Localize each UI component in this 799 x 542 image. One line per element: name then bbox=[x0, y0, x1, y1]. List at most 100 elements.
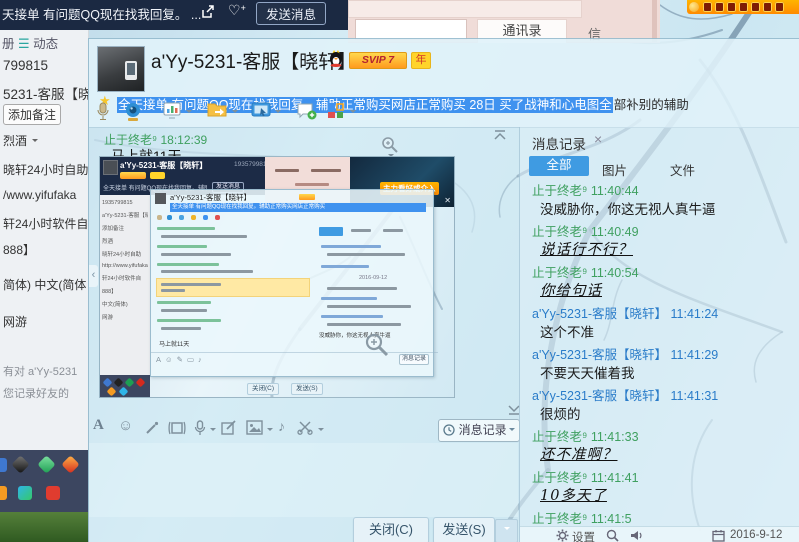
embedded-screenshot-image[interactable]: a'Yy-5231-客服【晓轩】 全天接单 有问题QQ现在找我回复。辅助正常购买… bbox=[99, 156, 455, 398]
chevron-down-icon[interactable] bbox=[186, 110, 192, 116]
promo-banner[interactable] bbox=[687, 0, 799, 14]
add-note-button[interactable]: 添加备注 bbox=[3, 104, 61, 125]
video-call-icon[interactable] bbox=[124, 102, 142, 122]
green-diamond-icon[interactable] bbox=[37, 455, 55, 473]
screen-share-icon[interactable] bbox=[251, 102, 271, 119]
chat-title: a'Yy-5231-客服【晓轩】 bbox=[151, 47, 356, 74]
chevron-down-icon[interactable] bbox=[350, 110, 356, 116]
svip-penguin-icon bbox=[327, 49, 345, 67]
mini-tab-all bbox=[319, 227, 343, 236]
stats-app-icon[interactable] bbox=[163, 102, 181, 119]
window-shake-icon[interactable] bbox=[168, 420, 186, 436]
record-message: a'Yy-5231-客服【晓轩】 11:41:31很烦的 bbox=[520, 388, 799, 423]
send-image-icon[interactable] bbox=[246, 420, 263, 435]
chevron-down-icon bbox=[32, 139, 38, 145]
sidebar-tip-line: 您记录好友的 bbox=[3, 385, 69, 401]
chevron-down-icon[interactable] bbox=[318, 428, 324, 434]
message-input-area[interactable] bbox=[89, 443, 518, 517]
mini-chat-body: 马上就11天 2016-09-12 没威胁你，你这无视人真牛逼 bbox=[151, 223, 433, 352]
record-message-sender: 止于终老⁹ 11:40:44 bbox=[532, 183, 799, 199]
settings-label[interactable]: 设置 bbox=[572, 529, 595, 542]
contacts-search-input[interactable] bbox=[355, 19, 467, 40]
new-message-icon[interactable] bbox=[297, 102, 317, 120]
send-message-button[interactable]: 发送消息 bbox=[256, 2, 326, 25]
chevron-down-icon bbox=[509, 428, 515, 434]
contacts-scrollbar[interactable] bbox=[652, 0, 657, 42]
nickname-partial: 5231-客服【晓 bbox=[3, 83, 89, 103]
t2-icon[interactable] bbox=[46, 486, 60, 500]
record-message-text: 还不准啊？ bbox=[540, 447, 799, 464]
play-icon[interactable] bbox=[18, 486, 32, 500]
red-diamond-icon[interactable] bbox=[61, 455, 79, 473]
mini-chat-window: a'Yy-5231-客服【晓轩】 全天接单 有问题QQ现在找我回复。辅助正常购买… bbox=[150, 189, 434, 377]
mini-chat-title: a'Yy-5231-客服【晓轩】 bbox=[170, 192, 251, 203]
composer-toolbar: A ☺ bbox=[89, 415, 518, 443]
gear-icon[interactable] bbox=[556, 529, 569, 542]
service-icon[interactable] bbox=[0, 486, 7, 500]
chevron-down-icon[interactable] bbox=[275, 110, 281, 116]
magic-wand-icon[interactable] bbox=[144, 420, 160, 436]
speaker-icon[interactable] bbox=[630, 529, 644, 542]
record-message-text: 没威胁你，你这无视人真牛逼 bbox=[540, 201, 799, 218]
mini-sidebar-text-line: 中文(简体) bbox=[102, 300, 148, 308]
black-diamond-icon[interactable] bbox=[11, 455, 29, 473]
record-date[interactable]: 2016-9-12 bbox=[730, 529, 782, 541]
record-message-list[interactable]: 止于终老⁹ 11:40:44没威胁你，你这无视人真牛逼止于终老⁹ 11:40:4… bbox=[520, 183, 799, 542]
voice-record-icon[interactable] bbox=[194, 420, 206, 437]
voice-call-icon[interactable] bbox=[96, 102, 110, 122]
send-file-icon[interactable] bbox=[207, 102, 227, 119]
favorite-heart-icon[interactable]: ♡+ bbox=[228, 2, 246, 19]
chevron-down-icon[interactable] bbox=[210, 428, 216, 434]
desktop-wallpaper-grass bbox=[0, 512, 88, 542]
album-tab-partial[interactable]: 册 bbox=[2, 37, 15, 51]
calendar-icon[interactable] bbox=[712, 529, 725, 542]
sidebar-item-feed[interactable]: 动态 bbox=[33, 37, 58, 51]
panel-collapse-handle[interactable]: ‹ bbox=[89, 265, 98, 287]
banner-glyph bbox=[703, 2, 712, 12]
mini-sidebar-text-line: 晓轩24小时自助 bbox=[102, 250, 148, 258]
emoji-icon[interactable]: ☺ bbox=[118, 418, 133, 434]
share-icon[interactable] bbox=[200, 4, 216, 20]
send-options-button[interactable] bbox=[495, 519, 518, 542]
font-icon[interactable]: A bbox=[93, 417, 104, 434]
chevron-down-icon[interactable] bbox=[232, 110, 238, 116]
mini-tab-glyph bbox=[311, 169, 341, 172]
qq-apps-grid-icon[interactable] bbox=[327, 102, 344, 119]
sidebar-text-line: 简体) 中文(简体 bbox=[3, 276, 86, 293]
service-icon[interactable] bbox=[0, 458, 7, 472]
clock-icon bbox=[443, 424, 455, 436]
mini-toolbar-dot bbox=[167, 215, 172, 220]
avatar[interactable] bbox=[97, 46, 145, 92]
mini-sidebar-text-line: http://www.yifufaka bbox=[102, 263, 148, 269]
chevron-down-icon[interactable] bbox=[267, 428, 273, 434]
group-selector[interactable]: 烈酒 bbox=[3, 132, 38, 149]
record-panel-close-icon[interactable]: × bbox=[594, 131, 602, 147]
mini-date-label: 2016-09-12 bbox=[359, 275, 387, 281]
mini-record-button: 消息记录 bbox=[399, 354, 429, 365]
qq-services-panel bbox=[0, 450, 88, 512]
search-icon[interactable] bbox=[606, 529, 619, 542]
heart-plus-sign: + bbox=[241, 3, 246, 13]
record-message-text: 10多天了 bbox=[540, 488, 799, 505]
mini-sidebar-text-line: 轩24小时软件自 bbox=[102, 274, 148, 282]
scissors-icon[interactable] bbox=[297, 420, 314, 435]
close-button[interactable]: 关闭(C) bbox=[353, 517, 429, 542]
mini-toolbar-dot bbox=[157, 215, 162, 220]
screenshot-edit-icon[interactable] bbox=[221, 420, 237, 436]
sidebar-nav-row[interactable]: 册 ☰ 动态 bbox=[2, 33, 58, 52]
record-message-text: 不要天天催着我 bbox=[540, 365, 799, 382]
scroll-to-top-icon[interactable] bbox=[493, 129, 507, 142]
music-icon[interactable]: ♪ bbox=[278, 418, 285, 434]
record-message-text: 这个不准 bbox=[540, 324, 799, 341]
sidebar-tip-line: 有对 a'Yy-5231 bbox=[3, 363, 77, 379]
image-zoom-icon[interactable] bbox=[381, 136, 399, 154]
tab-all[interactable]: 全部 bbox=[529, 156, 589, 176]
mini-window-title: a'Yy-5231-客服【晓轩】 bbox=[120, 160, 232, 171]
background-window-titlebar: 天接单 有问题QQ现在找我回复。 ... ♡+ 发送消息 bbox=[0, 0, 348, 30]
tab-images[interactable]: 图片 bbox=[602, 160, 627, 179]
svip-badge: SVIP 7 bbox=[349, 52, 407, 69]
signature-row[interactable]: 全天接单 有问题QQ现在找我回复。辅助正常购买网店正常购买 28日 买了战神和心… bbox=[117, 94, 689, 113]
send-button[interactable]: 发送(S) bbox=[433, 517, 495, 542]
message-record-button[interactable]: 消息记录 bbox=[438, 419, 520, 442]
tab-files[interactable]: 文件 bbox=[670, 160, 695, 179]
